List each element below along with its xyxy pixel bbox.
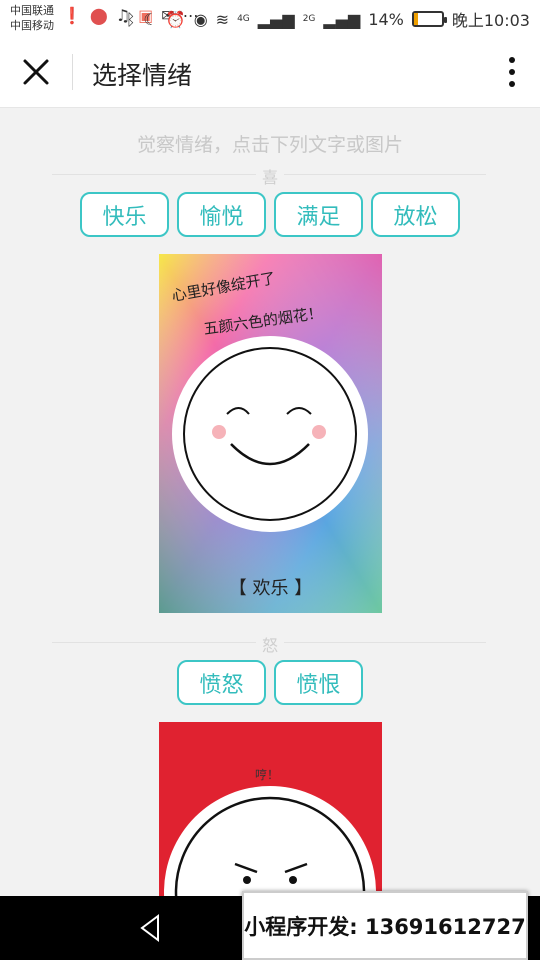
anger-card-image[interactable]: 哼！ bbox=[159, 722, 382, 896]
more-menu-icon[interactable] bbox=[504, 56, 520, 88]
chip-angry[interactable]: 愤怒 bbox=[177, 660, 266, 705]
instruction-hint: 觉察情绪，点击下列文字或图片 bbox=[136, 134, 403, 156]
promo-banner: 小程序开发: 13691612727 bbox=[242, 891, 528, 960]
chip-resentful[interactable]: 愤恨 bbox=[274, 660, 363, 705]
section-label-joy: 喜 bbox=[0, 164, 540, 188]
close-icon[interactable] bbox=[18, 54, 54, 90]
battery-percent: 14% bbox=[368, 9, 404, 29]
network-2g-label: 2G bbox=[302, 14, 316, 24]
card-caption: 【 欢乐 】 bbox=[228, 578, 313, 599]
status-bar: 中国联通 中国移动 ❗ ⬤ ♫ ▣ ✉ ⋯ ᛒ ☾ ⏰ ◉ ≋ 4G ▂▄▆ 2… bbox=[0, 0, 540, 36]
bluetooth-icon: ᛒ bbox=[125, 9, 136, 29]
chip-pleased[interactable]: 愉悦 bbox=[177, 192, 266, 237]
card-text-line1: 哼！ bbox=[255, 768, 280, 782]
alert-icon: ❗ bbox=[62, 6, 82, 25]
chip-satisfied[interactable]: 满足 bbox=[274, 192, 363, 237]
alarm-icon: ⏰ bbox=[165, 9, 186, 29]
map-pin-icon: ⬤ bbox=[89, 6, 108, 25]
system-icons: ᛒ ☾ ⏰ ◉ ≋ 4G ▂▄▆ 2G ▂▄▆ 14% 晚上10:03 bbox=[126, 7, 530, 31]
wifi-icon: ≋ bbox=[215, 9, 230, 29]
moon-icon: ☾ bbox=[143, 9, 158, 29]
battery-icon bbox=[411, 11, 447, 27]
signal-icon: ▂▄▆ bbox=[323, 9, 361, 29]
eye-icon: ◉ bbox=[193, 9, 208, 29]
network-4g-label: 4G bbox=[237, 14, 250, 24]
signal-icon: ▂▄▆ bbox=[257, 9, 295, 29]
carrier-2: 中国移动 bbox=[10, 19, 54, 32]
page-title: 选择情绪 bbox=[92, 61, 193, 90]
anger-chips: 愤怒 愤恨 bbox=[0, 660, 540, 705]
joy-card-image[interactable]: 心里好像绽开了 五颜六色的烟花！ 【 欢乐 】 bbox=[159, 254, 382, 613]
nav-divider bbox=[72, 54, 73, 90]
back-icon[interactable] bbox=[136, 912, 164, 944]
joy-chips: 快乐 愉悦 满足 放松 bbox=[0, 192, 540, 237]
angry-card-image bbox=[159, 722, 382, 896]
clock: 晚上10:03 bbox=[451, 11, 530, 30]
carrier-1: 中国联通 bbox=[10, 4, 54, 17]
chip-happy[interactable]: 快乐 bbox=[80, 192, 169, 237]
emotion-list[interactable]: 觉察情绪，点击下列文字或图片 喜 快乐 愉悦 满足 放松 心里好像绽开了 五颜六… bbox=[0, 108, 540, 896]
carrier-info: 中国联通 中国移动 bbox=[10, 3, 54, 33]
chip-relaxed[interactable]: 放松 bbox=[371, 192, 460, 237]
nav-bar: 选择情绪 bbox=[0, 36, 540, 108]
section-label-anger: 怒 bbox=[0, 632, 540, 656]
